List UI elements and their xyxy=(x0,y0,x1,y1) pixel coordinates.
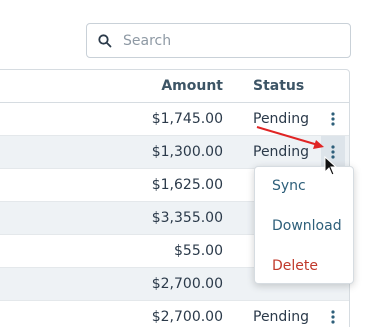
amount-cell: $1,625.00 xyxy=(151,177,223,193)
amount-cell: $55.00 xyxy=(174,243,223,259)
status-cell: Pending xyxy=(253,144,309,160)
row-actions-icon[interactable] xyxy=(321,136,345,168)
table-header: Amount Status xyxy=(0,70,349,103)
row-actions-menu: Sync Download Delete xyxy=(254,166,354,284)
amount-cell: $1,300.00 xyxy=(151,144,223,160)
search-icon xyxy=(87,33,123,48)
row-actions-icon[interactable] xyxy=(321,103,345,135)
row-actions-icon[interactable] xyxy=(321,301,345,327)
search-input[interactable] xyxy=(123,32,323,49)
amount-cell: $2,700.00 xyxy=(151,276,223,292)
status-cell: Pending xyxy=(253,309,309,325)
table-row: $1,745.00 Pending xyxy=(0,103,349,136)
amount-cell: $3,355.00 xyxy=(151,210,223,226)
status-cell: Pending xyxy=(253,111,309,127)
search-box[interactable] xyxy=(86,23,351,58)
page: Amount Status $1,745.00 Pending $1,300.0… xyxy=(0,0,371,327)
column-header-amount[interactable]: Amount xyxy=(83,70,223,102)
amount-cell: $1,745.00 xyxy=(151,111,223,127)
amount-cell: $2,700.00 xyxy=(151,309,223,325)
table-row: $2,700.00 Pending xyxy=(0,301,349,327)
menu-item-download[interactable]: Download xyxy=(255,207,353,245)
menu-item-delete[interactable]: Delete xyxy=(255,247,353,285)
menu-item-sync[interactable]: Sync xyxy=(255,167,353,205)
table-row: $1,300.00 Pending xyxy=(0,136,349,169)
column-header-status[interactable]: Status xyxy=(253,70,304,102)
